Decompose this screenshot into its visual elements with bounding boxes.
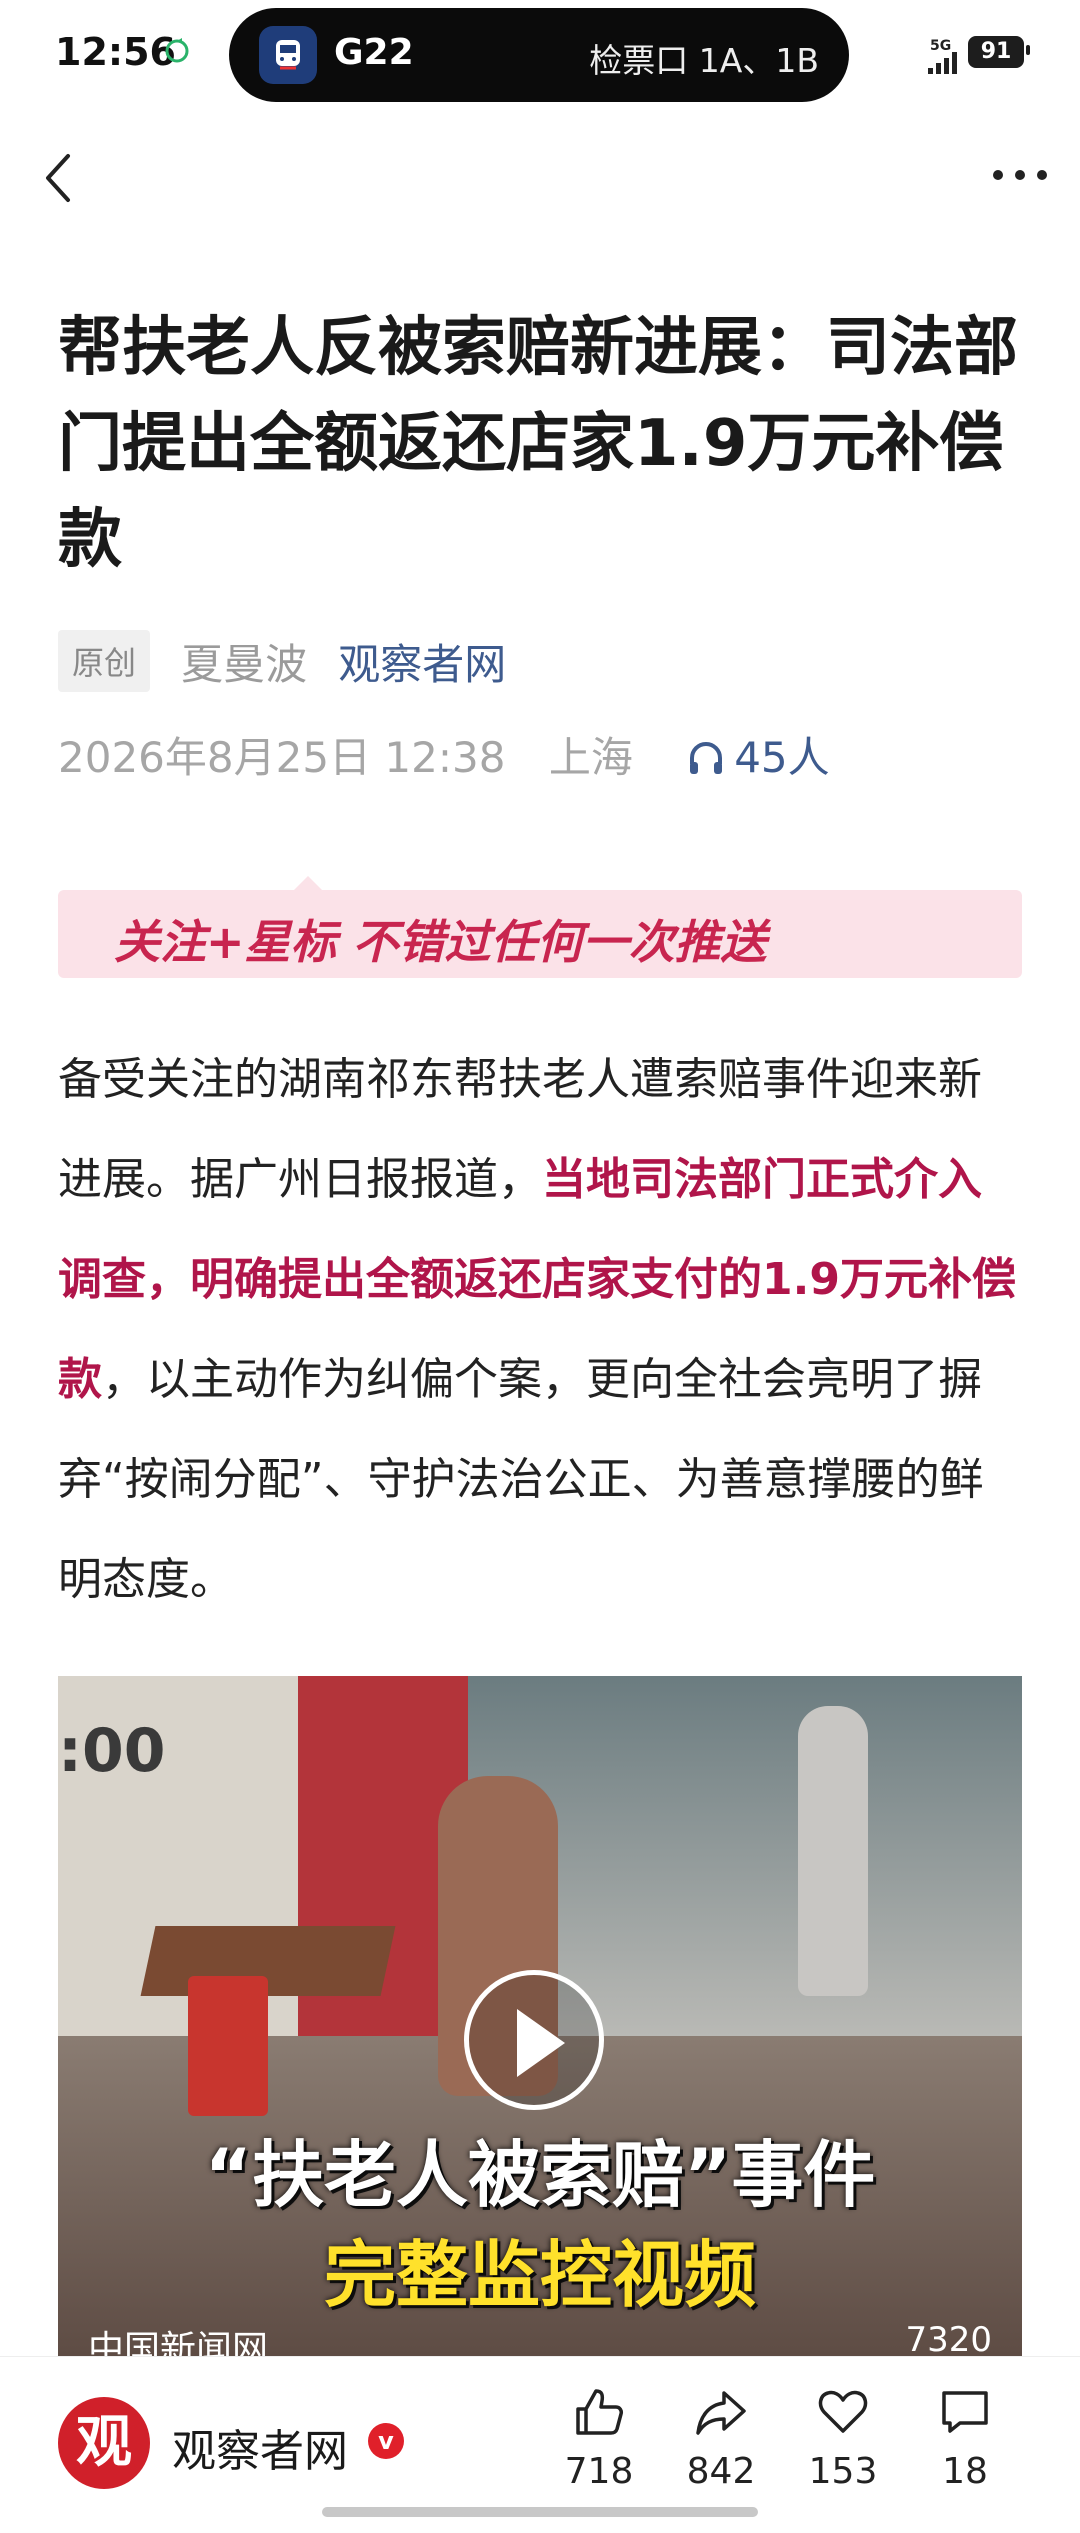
ticket-gate: 检票口 1A、1B (589, 41, 819, 80)
like-count: 718 (564, 2451, 634, 2492)
comment-icon (942, 2391, 988, 2433)
video-scene-stool (188, 1976, 268, 2116)
banner-notch (294, 876, 322, 890)
article-paragraph: 备受关注的湖南祁东帮扶老人遭索赔事件迎来新进展。据广州日报报道，当地司法部门正式… (58, 1030, 1024, 1630)
video-scene-bystander (798, 1706, 868, 1996)
sync-icon (162, 36, 192, 66)
video-scene-table (140, 1926, 396, 1996)
original-tag: 原创 (58, 630, 151, 692)
article-meta: 原创 夏曼波 观察者网 (58, 630, 506, 692)
train-icon (259, 26, 317, 84)
thumbs-up-icon (576, 2389, 623, 2435)
dynamic-island-trip[interactable]: G22 检票口 1A、1B (229, 8, 849, 102)
publish-date: 2026年8月25日 12:38 (58, 733, 506, 782)
share-count: 842 (686, 2451, 756, 2492)
video-clock: :00 (58, 1716, 166, 1786)
more-options-icon[interactable] (990, 160, 1050, 190)
author-name: 夏曼波 (181, 639, 308, 689)
video-source: 中国新闻网 (88, 2329, 269, 2356)
like-button[interactable]: 718 (554, 2385, 644, 2492)
status-time: 12:56 (55, 30, 176, 74)
comment-count: 18 (942, 2451, 988, 2492)
publish-info: 2026年8月25日 12:38 上海 45人 (58, 724, 830, 784)
battery-level: 91 (968, 36, 1024, 68)
signal-icon (928, 52, 957, 74)
follow-banner-text: 关注+星标 不错过任何一次推送 (114, 915, 767, 969)
source-link[interactable]: 观察者网 (338, 631, 506, 692)
home-indicator[interactable] (322, 2507, 758, 2517)
share-arrow-icon (696, 2391, 746, 2435)
top-nav (0, 130, 1080, 220)
video-like-count: 7320 (905, 2320, 992, 2356)
headphones-icon (690, 742, 723, 774)
follow-banner[interactable]: 关注+星标 不错过任何一次推送 (58, 876, 1022, 978)
battery-icon (1026, 45, 1030, 55)
video-caption-line1: “扶老人被索赔”事件 (204, 2133, 876, 2217)
comment-button[interactable]: 18 (920, 2385, 1010, 2492)
play-button[interactable] (464, 1970, 604, 2110)
back-icon[interactable] (38, 148, 78, 208)
video-caption-line2: 完整监控视频 (323, 2233, 756, 2317)
status-bar: 12:56 G22 检票口 1A、1B 5G 91 (0, 0, 1080, 110)
brand-name[interactable]: 观察者网 (172, 2415, 348, 2479)
train-route: G22 (334, 32, 414, 73)
video-player[interactable]: :00 “扶老人被索赔”事件 完整监控视频 中国新闻网 7320 (58, 1676, 1022, 2356)
favorite-button[interactable]: 153 (798, 2385, 888, 2492)
listener-count: 45人 (734, 733, 830, 782)
verified-badge-icon: v (368, 2423, 404, 2459)
paragraph-text-end: ，以主动作为纠偏个案，更向全社会亮明了摒弃“按闹分配”、守护法治公正、为善意撑腰… (58, 1354, 984, 1605)
article-title: 帮扶老人反被索赔新进展：司法部门提出全额返还店家1.9万元补偿款 (58, 311, 1018, 577)
brand-logo[interactable]: 观 (58, 2397, 150, 2489)
heart-icon (818, 2390, 868, 2433)
share-button[interactable]: 842 (676, 2385, 766, 2492)
listen-button[interactable]: 45人 (686, 724, 830, 785)
publish-location: 上海 (548, 733, 633, 782)
favorite-count: 153 (808, 2451, 878, 2492)
